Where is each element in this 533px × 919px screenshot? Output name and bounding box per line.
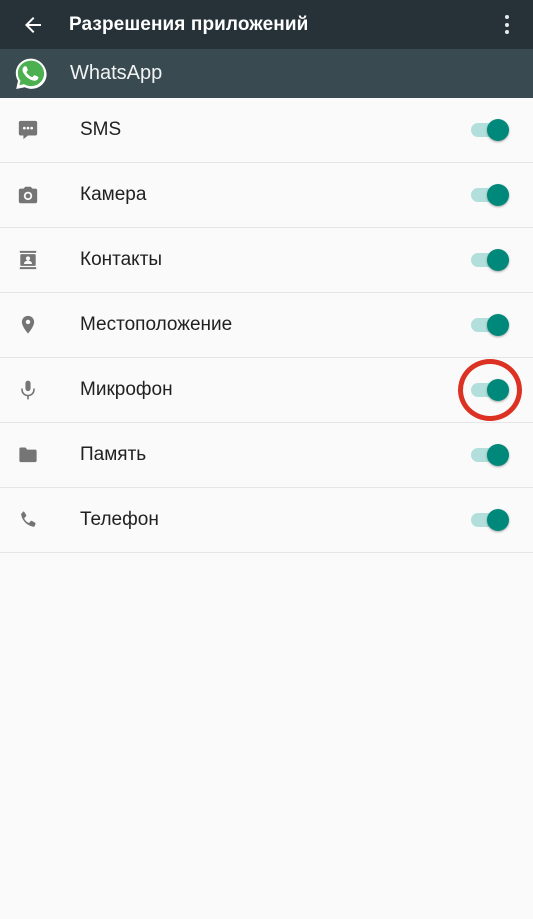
permission-row-phone[interactable]: Телефон <box>0 488 533 553</box>
permission-list: SMS Камера Контакты Местоположение Микро… <box>0 98 533 553</box>
back-button[interactable] <box>10 2 56 48</box>
permission-label: Местоположение <box>80 314 233 335</box>
permission-toggle-cell[interactable] <box>447 184 533 206</box>
more-vertical-icon-dot <box>505 15 509 19</box>
permission-toggle-contacts[interactable] <box>471 249 509 271</box>
toggle-thumb <box>487 509 509 531</box>
app-header-row[interactable]: WhatsApp <box>0 49 533 98</box>
permission-row-camera[interactable]: Камера <box>0 163 533 228</box>
more-vertical-icon-dot <box>505 30 509 34</box>
permission-toggle-location[interactable] <box>471 314 509 336</box>
more-vertical-icon-dot <box>505 22 509 27</box>
permission-toggle-storage[interactable] <box>471 444 509 466</box>
camera-icon <box>0 184 56 206</box>
permission-label: Контакты <box>80 249 163 270</box>
toggle-thumb <box>487 379 509 401</box>
permission-label: Память <box>80 444 147 465</box>
permission-label: Камера <box>80 184 147 205</box>
permission-toggle-phone[interactable] <box>471 509 509 531</box>
permission-toggle-cell[interactable] <box>447 444 533 466</box>
permission-toggle-sms[interactable] <box>471 119 509 141</box>
permissions-screen: Разрешения приложений WhatsApp SMS Камер… <box>0 0 533 919</box>
folder-icon <box>0 444 56 466</box>
permission-label: Микрофон <box>80 379 173 400</box>
permission-label: Телефон <box>80 509 159 530</box>
permission-toggle-cell[interactable] <box>447 119 533 141</box>
permission-toggle-microphone[interactable] <box>471 379 509 401</box>
permission-row-location[interactable]: Местоположение <box>0 293 533 358</box>
permission-toggle-cell[interactable] <box>447 359 533 421</box>
phone-icon <box>0 509 56 531</box>
sms-icon <box>0 119 56 141</box>
permission-toggle-camera[interactable] <box>471 184 509 206</box>
overflow-menu-button[interactable] <box>483 1 531 49</box>
toggle-thumb <box>487 184 509 206</box>
permission-row-storage[interactable]: Память <box>0 423 533 488</box>
app-name-label: WhatsApp <box>70 62 163 84</box>
location-icon <box>0 314 56 336</box>
permission-toggle-cell[interactable] <box>447 314 533 336</box>
empty-list-area <box>0 553 533 919</box>
contacts-icon <box>0 249 56 271</box>
arrow-left-icon <box>25 16 41 33</box>
permission-row-sms[interactable]: SMS <box>0 98 533 163</box>
permission-toggle-cell[interactable] <box>447 509 533 531</box>
page-title: Разрешения приложений <box>69 13 309 35</box>
toggle-thumb <box>487 314 509 336</box>
permission-row-contacts[interactable]: Контакты <box>0 228 533 293</box>
toggle-thumb <box>487 119 509 141</box>
mic-icon <box>0 379 56 401</box>
permission-row-microphone[interactable]: Микрофон <box>0 358 533 423</box>
permission-label: SMS <box>80 119 122 140</box>
toggle-thumb <box>487 444 509 466</box>
permission-toggle-cell[interactable] <box>447 249 533 271</box>
whatsapp-icon <box>14 57 48 91</box>
toggle-thumb <box>487 249 509 271</box>
app-bar: Разрешения приложений <box>0 0 533 49</box>
